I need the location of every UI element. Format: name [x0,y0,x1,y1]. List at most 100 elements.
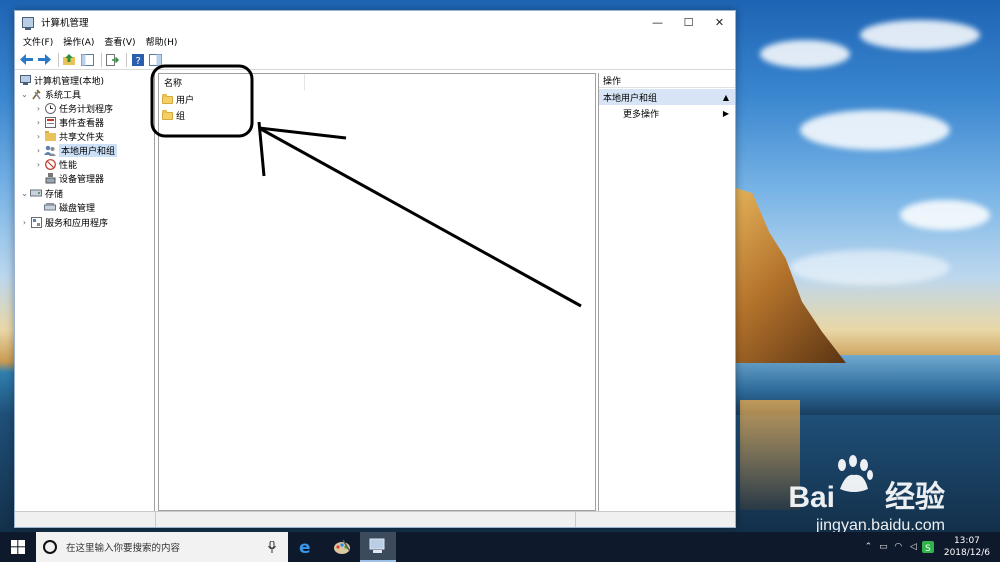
clock-date: 2018/12/6 [943,548,990,558]
menu-file[interactable]: 文件(F) [23,35,53,48]
forward-button[interactable] [37,52,52,67]
menu-action[interactable]: 操作(A) [63,35,94,48]
folder-up-icon [63,53,75,65]
svg-text:S: S [925,544,931,553]
tree-root-label: 计算机管理(本地) [34,76,105,87]
actions-section-label: 本地用户和组 [603,93,658,104]
taskbar-clock[interactable]: 13:07 2018/12/6 [944,535,990,559]
taskbar-computer-management[interactable] [360,532,396,562]
maximize-button[interactable]: ☐ [673,11,704,33]
baidu-watermark: Bai 经验 [788,472,945,516]
tree-item-label: 任务计划程序 [59,104,114,115]
up-level-button[interactable] [62,52,77,67]
chevron-right-icon[interactable]: › [34,146,43,155]
title-bar[interactable]: 计算机管理 — ☐ ✕ [15,11,735,33]
more-actions-label: 更多操作 [623,109,660,120]
chevron-right-icon[interactable]: › [34,132,43,141]
system-tray: ⌃ ▭ ◠ ◁ S 13:07 2018/12/6 [861,532,1000,562]
storage-icon [30,188,42,199]
chevron-right-icon[interactable]: › [34,104,43,113]
help-icon: ? [131,53,144,66]
svg-text:e: e [299,538,311,556]
export-list-button[interactable] [105,52,120,67]
folder-icon [162,109,173,120]
microphone-icon[interactable] [268,541,276,553]
tree-item-label: 本地用户和组 [59,143,118,157]
battery-icon[interactable]: ▭ [876,532,891,562]
volume-icon[interactable]: ◁ [906,532,921,562]
clock-time: 13:07 [953,536,980,546]
submenu-arrow-icon: ▶ [722,108,729,118]
tree-item-task-scheduler[interactable]: › 任务计划程序 [34,101,113,115]
menu-view[interactable]: 查看(V) [104,35,135,48]
toolbar-separator [58,52,59,67]
close-button[interactable]: ✕ [704,11,735,33]
input-method-icon[interactable]: S [921,532,936,562]
performance-icon [44,158,56,170]
start-button[interactable] [0,532,36,562]
tree-item-shared-folders[interactable]: › 共享文件夹 [34,129,104,143]
chevron-right-icon[interactable]: › [34,118,43,127]
show-action-pane-button[interactable] [148,52,163,67]
disk-icon [44,202,56,213]
actions-header: 操作 [599,73,735,88]
tree-item-performance[interactable]: › 性能 [34,157,77,171]
tree-root[interactable]: 计算机管理(本地) [18,73,104,87]
show-hidden-icons-chevron-icon[interactable]: ⌃ [861,532,876,562]
tree-item-label: 系统工具 [45,90,82,101]
tree-item-device-manager[interactable]: 设备管理器 [34,171,104,185]
show-hide-tree-button[interactable] [80,52,95,67]
search-placeholder: 在这里输入你要搜索的内容 [66,543,181,554]
export-icon [106,53,119,66]
folder-icon [162,93,173,104]
menu-bar: 文件(F) 操作(A) 查看(V) 帮助(H) [15,33,735,49]
list-item-label: 用户 [176,96,195,106]
wifi-icon[interactable]: ◠ [891,532,906,562]
status-segment [575,512,635,527]
collapse-up-icon[interactable]: ▲ [723,93,729,102]
sogou-ime-icon: S [922,541,935,553]
taskbar-paint[interactable] [324,532,360,562]
tools-icon [30,88,42,100]
toolbar-separator [101,52,102,67]
windows-logo-icon [11,540,25,554]
more-actions-item[interactable]: 更多操作 ▶ [599,105,735,121]
cloud [900,200,990,230]
cloud [860,20,980,50]
clock-icon [44,102,56,114]
chevron-down-icon[interactable]: ⌄ [20,90,29,99]
taskbar-search-box[interactable]: 在这里输入你要搜索的内容 [36,532,288,562]
computer-management-window: 计算机管理 — ☐ ✕ 文件(F) 操作(A) 查看(V) 帮助(H) ? 计算… [14,10,736,528]
tree-item-event-viewer[interactable]: › 事件查看器 [34,115,104,129]
cortana-icon [43,540,57,554]
chevron-down-icon[interactable]: ⌄ [20,189,29,198]
tree-item-disk-management[interactable]: 磁盘管理 [34,200,95,214]
computer-management-icon [22,16,34,30]
chevron-right-icon[interactable]: › [34,160,43,169]
menu-help[interactable]: 帮助(H) [146,35,178,48]
tree-item-services-apps[interactable]: › 服务和应用程序 [20,215,108,229]
help-button[interactable]: ? [130,52,145,67]
actions-section-local-users-groups[interactable]: 本地用户和组 ▲ [599,89,735,105]
minimize-button[interactable]: — [642,11,673,33]
chevron-right-icon[interactable]: › [20,218,29,227]
shared-folder-icon [44,131,56,142]
edge-browser-icon: e [299,538,311,556]
action-pane-icon [149,53,162,66]
console-tree-icon [81,53,94,66]
tree-item-storage[interactable]: ⌄ 存储 [20,186,63,200]
tree-item-system-tools[interactable]: ⌄ 系统工具 [20,87,81,101]
tree-item-label: 设备管理器 [59,174,105,185]
taskbar-edge[interactable]: e [288,532,324,562]
column-header-name[interactable]: 名称 [159,74,305,90]
actions-pane: 操作 本地用户和组 ▲ 更多操作 ▶ [598,73,735,511]
services-icon [30,216,42,228]
tree-item-local-users-groups[interactable]: › 本地用户和组 [34,143,118,157]
list-item-users[interactable]: 用户 [162,92,194,107]
list-item-groups[interactable]: 组 [162,108,185,123]
status-segment [155,512,575,527]
toolbar: ? [15,50,735,70]
back-button[interactable] [19,52,34,67]
tree-item-label: 存储 [45,189,64,200]
console-tree: 计算机管理(本地) ⌄ 系统工具 › 任务计划程序 › 事件查看器 › 共享文件… [16,71,155,511]
